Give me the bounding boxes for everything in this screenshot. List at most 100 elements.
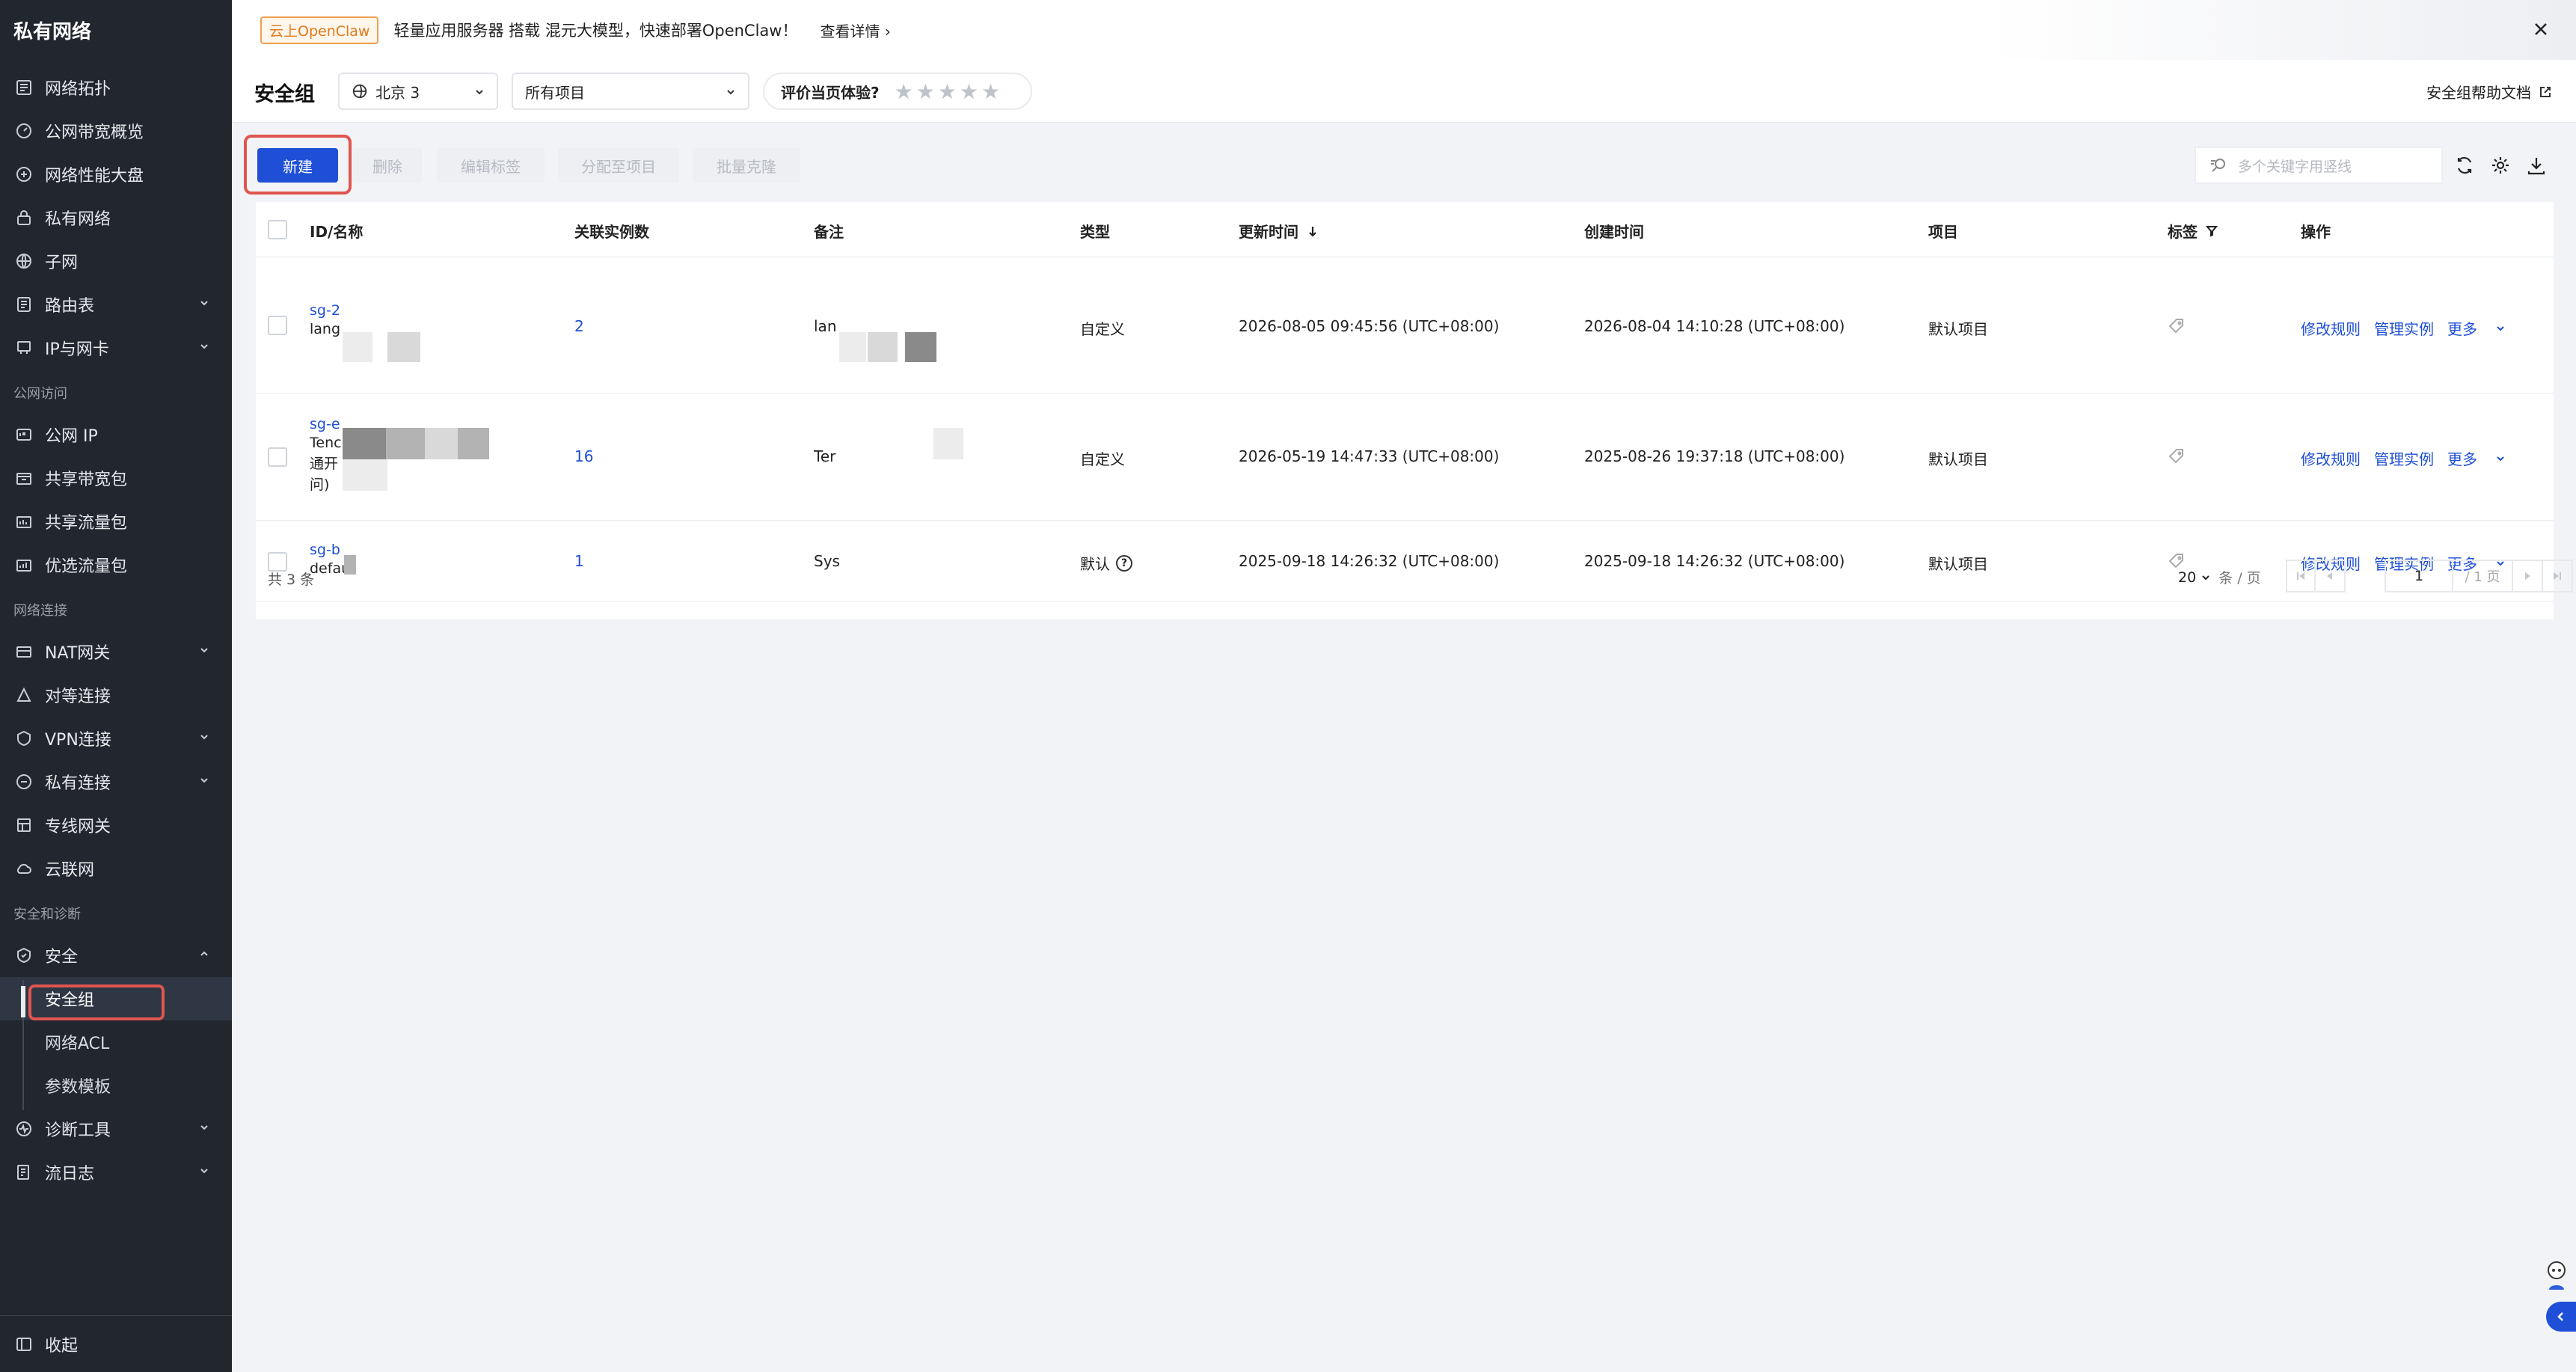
- sg-id-link[interactable]: sg-e: [310, 416, 342, 432]
- chevron-down-icon: [200, 778, 208, 783]
- col-remark: 备注: [814, 223, 844, 241]
- page-number-input[interactable]: 1: [2385, 560, 2453, 592]
- sidebar-item-network-topology[interactable]: 网络拓扑: [0, 66, 232, 109]
- download-icon[interactable]: [2525, 154, 2548, 177]
- package-icon: [15, 556, 33, 574]
- sidebar-item-label: 共享带宽包: [45, 471, 128, 489]
- sidebar-item-label: VPN连接: [45, 731, 111, 750]
- sidebar-item-performance[interactable]: 网络性能大盘: [0, 153, 232, 196]
- highlight-box-security-group: [28, 984, 165, 1020]
- sidebar-item-bandwidth-overview[interactable]: 公网带宽概览: [0, 109, 232, 153]
- prev-page-button[interactable]: [2316, 560, 2346, 592]
- col-updated-label: 更新时间: [1239, 223, 1298, 241]
- promo-banner: 云上OpenClaw 轻量应用服务器 搭载 混元大模型，快速部署OpenClaw…: [232, 0, 2576, 60]
- sidebar-item-direct-connect[interactable]: 专线网关: [0, 803, 232, 847]
- manage-instances-link[interactable]: 管理实例: [2374, 447, 2434, 469]
- sidebar-item-private-link[interactable]: 私有连接: [0, 760, 232, 803]
- sidebar-item-label: 网络性能大盘: [45, 167, 144, 186]
- sidebar-item-param-template[interactable]: 参数模板: [0, 1064, 232, 1107]
- tag-icon[interactable]: [2168, 317, 2186, 335]
- page-size-select[interactable]: 20 条 / 页: [2178, 567, 2261, 587]
- cell-instances[interactable]: 2: [574, 317, 584, 335]
- edit-rules-link[interactable]: 修改规则: [2301, 317, 2361, 339]
- delete-button[interactable]: 删除: [353, 148, 422, 183]
- sidebar-item-shared-traffic[interactable]: 共享流量包: [0, 500, 232, 543]
- sidebar-item-network-acl[interactable]: 网络ACL: [0, 1020, 232, 1064]
- experience-rating: 评价当页体验? ★★★★★: [763, 73, 1032, 110]
- col-instances: 关联实例数: [574, 223, 649, 241]
- search-placeholder: 多个关键字用竖线: [2238, 158, 2352, 175]
- chevron-left-icon: [2557, 1312, 2563, 1321]
- sidebar-item-peering[interactable]: 对等连接: [0, 673, 232, 717]
- manage-instances-link[interactable]: 管理实例: [2374, 317, 2434, 339]
- settings-icon[interactable]: [2489, 154, 2512, 177]
- cell-instances[interactable]: 16: [574, 447, 593, 465]
- row-actions: 修改规则 管理实例 更多: [2301, 317, 2506, 339]
- sidebar-item-ip-nic[interactable]: IP与网卡: [0, 326, 232, 370]
- first-page-button[interactable]: [2286, 560, 2316, 592]
- sidebar-item-nat-gateway[interactable]: NAT网关: [0, 630, 232, 673]
- edit-tags-button[interactable]: 编辑标签: [437, 148, 545, 183]
- sidebar-item-public-ip[interactable]: 公网 IP: [0, 413, 232, 456]
- help-doc-link[interactable]: 安全组帮助文档: [2426, 81, 2552, 102]
- last-page-button[interactable]: [2543, 560, 2573, 592]
- chevron-down-icon: [200, 1169, 208, 1174]
- gateway-icon: [15, 643, 33, 661]
- sidebar-item-security[interactable]: 安全: [0, 934, 232, 977]
- sidebar-item-ccn[interactable]: 云联网: [0, 847, 232, 890]
- sidebar-item-preferred-traffic[interactable]: 优选流量包: [0, 543, 232, 587]
- next-page-button[interactable]: [2513, 560, 2543, 592]
- cell-created: 2025-08-26 19:37:18 (UTC+08:00): [1584, 447, 1845, 465]
- col-updated-time[interactable]: 更新时间: [1239, 220, 1319, 242]
- sidebar-item-vpn[interactable]: VPN连接: [0, 717, 232, 760]
- close-icon[interactable]: [2531, 19, 2551, 39]
- page-size-unit: 条 / 页: [2218, 570, 2261, 587]
- more-dropdown[interactable]: 更多: [2447, 317, 2506, 339]
- chevron-down-icon: [200, 648, 208, 653]
- batch-clone-button[interactable]: 批量克隆: [693, 148, 800, 183]
- banner-detail-link[interactable]: 查看详情 ›: [820, 19, 890, 41]
- log-icon: [15, 1163, 33, 1181]
- cloud-icon: [15, 860, 33, 878]
- sidebar-item-label: 流日志: [45, 1165, 95, 1183]
- rating-stars[interactable]: ★★★★★: [895, 79, 1004, 104]
- pagination: 共 3 条 20 条 / 页 1 / 1 页: [256, 558, 2554, 595]
- assistant-avatar-icon[interactable]: [2543, 1260, 2570, 1293]
- new-button[interactable]: 新建: [257, 148, 338, 183]
- cell-remark: lan: [814, 317, 837, 335]
- sg-id-link[interactable]: sg-2: [310, 302, 340, 319]
- chevron-down-icon: [727, 90, 735, 95]
- sg-name-line1: Tenc: [310, 435, 342, 451]
- region-select[interactable]: 北京 3: [338, 73, 498, 110]
- sidebar-item-label: 共享流量包: [45, 514, 128, 533]
- sidebar-item-label: 私有连接: [45, 774, 111, 793]
- select-all-checkbox[interactable]: [268, 220, 287, 239]
- edit-rules-link[interactable]: 修改规则: [2301, 447, 2361, 469]
- more-dropdown[interactable]: 更多: [2447, 447, 2506, 469]
- refresh-icon[interactable]: [2453, 154, 2476, 177]
- more-label: 更多: [2447, 450, 2477, 468]
- tag-icon[interactable]: [2168, 447, 2186, 465]
- row-checkbox[interactable]: [268, 316, 287, 335]
- pulse-icon: [15, 1120, 33, 1138]
- project-select[interactable]: 所有项目: [512, 73, 749, 110]
- assign-project-button[interactable]: 分配至项目: [558, 148, 679, 183]
- row-checkbox[interactable]: [268, 447, 287, 467]
- col-tags[interactable]: 标签: [2168, 220, 2218, 242]
- sidebar: 私有网络 网络拓扑 公网带宽概览 网络性能大盘 私有网络 子网 路由表 IP与网…: [0, 0, 232, 1372]
- sidebar-item-flow-log[interactable]: 流日志: [0, 1151, 232, 1194]
- sidebar-item-route-table[interactable]: 路由表: [0, 283, 232, 326]
- side-panel-toggle[interactable]: [2546, 1302, 2576, 1332]
- sidebar-item-subnet[interactable]: 子网: [0, 239, 232, 283]
- project-value: 所有项目: [525, 83, 585, 102]
- col-tags-label: 标签: [2168, 223, 2198, 241]
- search-input[interactable]: 多个关键字用竖线: [2195, 147, 2443, 184]
- col-created: 创建时间: [1584, 223, 1644, 241]
- page-title: 安全组: [254, 83, 315, 106]
- sidebar-item-label: 私有网络: [45, 210, 111, 229]
- sidebar-item-shared-bandwidth[interactable]: 共享带宽包: [0, 456, 232, 500]
- first-page-icon: [2297, 572, 2304, 580]
- sidebar-item-vpc[interactable]: 私有网络: [0, 196, 232, 239]
- sidebar-collapse-button[interactable]: 收起: [0, 1315, 232, 1372]
- sidebar-item-diagnostic-tools[interactable]: 诊断工具: [0, 1107, 232, 1151]
